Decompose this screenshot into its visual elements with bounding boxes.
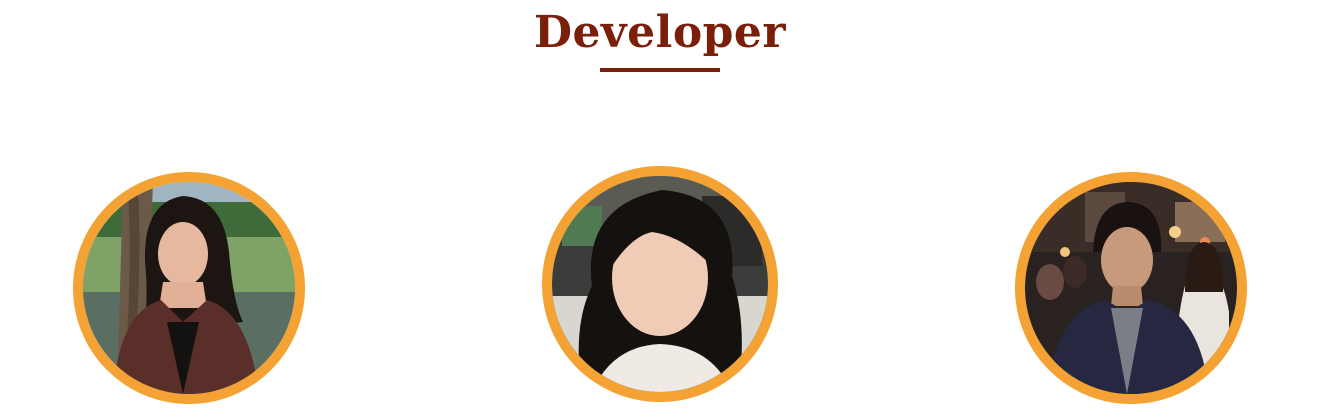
developer-avatar-2	[542, 166, 778, 402]
developer-photo-1	[83, 182, 295, 394]
section-header: Developer	[0, 6, 1320, 60]
developer-avatar-1	[73, 172, 305, 404]
section-title: Developer	[533, 7, 787, 58]
developer-avatar-3	[1015, 172, 1247, 404]
developer-photo-3	[1025, 182, 1237, 394]
title-underline	[600, 68, 720, 72]
developer-photo-2	[552, 176, 768, 392]
